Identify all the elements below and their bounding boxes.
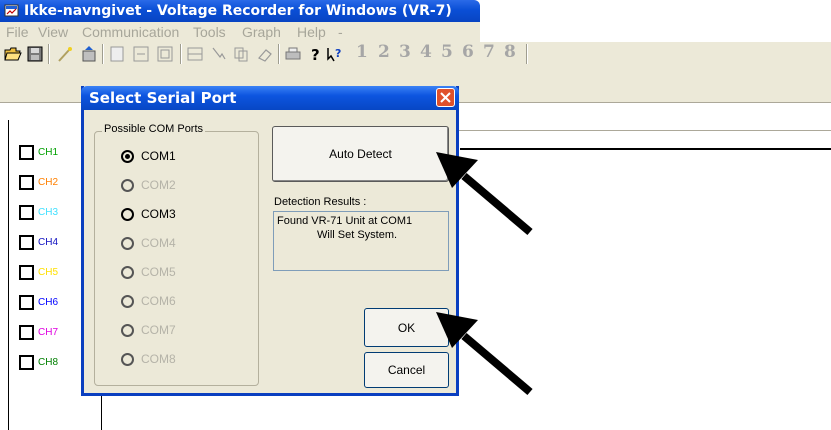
ch3-label: CH3 <box>38 206 59 218</box>
com4-label: COM4 <box>141 236 176 250</box>
ch3-checkbox[interactable] <box>19 204 34 220</box>
menu-graph[interactable]: Graph <box>242 24 281 40</box>
menu-tools[interactable]: Tools <box>193 24 226 40</box>
print-icon[interactable] <box>284 45 302 63</box>
com8-radio-icon <box>121 352 134 366</box>
window-title: Ikke-navngivet - Voltage Recorder for Wi… <box>24 3 452 19</box>
window-titlebar[interactable]: Ikke-navngivet - Voltage Recorder for Wi… <box>0 0 480 22</box>
radio-com3[interactable]: COM3 <box>121 206 176 222</box>
radio-com8: COM8 <box>121 351 176 367</box>
arrow-pointer-icon <box>436 312 533 396</box>
ch6-checkbox[interactable] <box>19 294 34 310</box>
ch8-checkbox[interactable] <box>19 354 34 370</box>
menu-file[interactable]: File <box>6 24 29 40</box>
detection-results-label: Detection Results : <box>274 196 367 208</box>
ch5-label: CH5 <box>38 266 59 278</box>
channel-ch2[interactable]: CH2 <box>19 174 58 190</box>
channel-ch6[interactable]: CH6 <box>19 294 58 310</box>
copy-icon[interactable] <box>232 45 250 63</box>
channel-6-button[interactable]: 6 <box>462 42 474 62</box>
channel-ch4[interactable]: CH4 <box>19 234 58 250</box>
channel-ch8[interactable]: CH8 <box>19 354 58 370</box>
dialog-close-button[interactable] <box>436 88 455 107</box>
ch2-label: CH2 <box>38 176 59 188</box>
ch8-label: CH8 <box>38 356 59 368</box>
close-icon <box>440 92 451 103</box>
com4-radio-icon <box>121 236 134 250</box>
radio-com7: COM7 <box>121 322 176 338</box>
open-folder-icon[interactable] <box>4 45 22 63</box>
app-icon <box>4 4 19 17</box>
com6-label: COM6 <box>141 294 176 308</box>
ch2-checkbox[interactable] <box>19 174 34 190</box>
grid-icon[interactable] <box>186 45 204 63</box>
radio-com4: COM4 <box>121 235 176 251</box>
com6-radio-icon <box>121 294 134 308</box>
wand-icon[interactable] <box>56 45 74 63</box>
ch4-checkbox[interactable] <box>19 234 34 250</box>
dialog-titlebar[interactable]: Select Serial Port <box>81 86 459 110</box>
channel-7-button[interactable]: 7 <box>483 42 495 62</box>
help-icon[interactable]: ? <box>306 45 324 63</box>
menu-view[interactable]: View <box>38 24 68 40</box>
radio-com2: COM2 <box>121 177 176 193</box>
channel-ch1[interactable]: CH1 <box>19 144 58 160</box>
channel-ch7[interactable]: CH7 <box>19 324 58 340</box>
svg-text:?: ? <box>311 46 320 63</box>
download-icon[interactable] <box>80 45 98 63</box>
ch7-label: CH7 <box>38 326 59 338</box>
com2-label: COM2 <box>141 178 176 192</box>
context-help-icon[interactable]: ? <box>326 45 344 63</box>
channel-ch3[interactable]: CH3 <box>19 204 58 220</box>
com-ports-group <box>94 131 259 386</box>
radio-com1[interactable]: COM1 <box>121 148 176 164</box>
channel-1-button[interactable]: 1 <box>356 42 368 62</box>
com1-label: COM1 <box>141 149 176 163</box>
com-ports-caption: Possible COM Ports <box>102 123 206 135</box>
cursor-icon[interactable] <box>210 45 228 63</box>
com5-label: COM5 <box>141 265 176 279</box>
com1-radio-icon[interactable] <box>121 149 134 163</box>
ch1-label: CH1 <box>38 146 59 158</box>
channel-5-button[interactable]: 5 <box>441 42 453 62</box>
ch5-checkbox[interactable] <box>19 264 34 280</box>
dialog-title: Select Serial Port <box>89 89 237 107</box>
menu-communication[interactable]: Communication <box>82 24 179 40</box>
menubar: File View Communication Tools Graph Help… <box>0 22 480 42</box>
com7-label: COM7 <box>141 323 176 337</box>
channel-8-button[interactable]: 8 <box>504 42 516 62</box>
eraser-icon[interactable] <box>256 45 274 63</box>
com7-radio-icon <box>121 323 134 337</box>
ch7-checkbox[interactable] <box>19 324 34 340</box>
channel-ch5[interactable]: CH5 <box>19 264 58 280</box>
channel-4-button[interactable]: 4 <box>420 42 432 62</box>
channel-2-button[interactable]: 2 <box>378 42 390 62</box>
com3-label: COM3 <box>141 207 176 221</box>
radio-com6: COM6 <box>121 293 176 309</box>
menu-trailing: - <box>338 24 343 40</box>
detection-results-box: Found VR-71 Unit at COM1 Will Set System… <box>273 211 449 271</box>
select-serial-port-dialog: Select Serial Port Possible COM Ports CO… <box>81 86 459 396</box>
com2-radio-icon <box>121 178 134 192</box>
ch6-label: CH6 <box>38 296 59 308</box>
ch4-label: CH4 <box>38 236 59 248</box>
menu-help[interactable]: Help <box>297 24 326 40</box>
com8-label: COM8 <box>141 352 176 366</box>
detection-result-line2: Will Set System. <box>317 229 398 241</box>
zoom-out-icon[interactable] <box>156 45 174 63</box>
save-icon[interactable] <box>26 45 44 63</box>
page-icon[interactable] <box>108 45 126 63</box>
channel-3-button[interactable]: 3 <box>399 42 411 62</box>
zoom-in-icon[interactable] <box>132 45 150 63</box>
arrow-pointer-icon <box>436 152 533 236</box>
svg-text:?: ? <box>335 47 341 60</box>
detection-result-line1: Found VR-71 Unit at COM1 <box>277 215 413 227</box>
radio-com5: COM5 <box>121 264 176 280</box>
auto-detect-button[interactable]: Auto Detect <box>272 126 449 182</box>
com5-radio-icon <box>121 265 134 279</box>
ch1-checkbox[interactable] <box>19 144 34 160</box>
com3-radio-icon[interactable] <box>121 207 134 221</box>
